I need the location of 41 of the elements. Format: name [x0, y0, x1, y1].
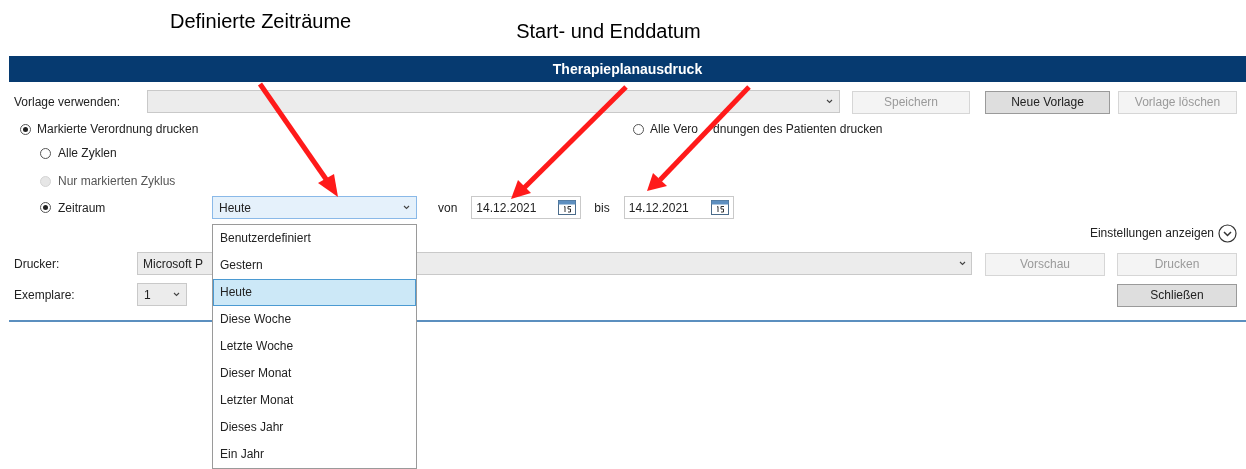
- annotation-label: Definierte Zeiträume: [170, 9, 352, 34]
- date-field[interactable]: 14.12.2021: [623, 196, 734, 219]
- settings-link[interactable]: Einstellungen anzeigen: [1089, 224, 1214, 242]
- calendar-icon[interactable]: [710, 200, 729, 215]
- button[interactable]: Schließen: [1117, 283, 1237, 307]
- calendar-icon[interactable]: [558, 200, 577, 215]
- chevron-circle-icon[interactable]: [1218, 223, 1237, 243]
- chevron-down-icon: [173, 292, 180, 297]
- to-label: bis: [594, 199, 610, 217]
- radio-label: Nur markierten Zyklus: [58, 173, 176, 190]
- annotation-label: Start- und Enddatum: [516, 19, 701, 44]
- dropdown-option[interactable]: Benutzerdefiniert: [213, 225, 416, 252]
- dropdown-option[interactable]: Dieser Monat: [213, 360, 416, 387]
- dropdown-option[interactable]: Dieses Jahr: [213, 414, 416, 441]
- radio-label: Alle Vero: [650, 121, 699, 138]
- radio-label: Alle Zyklen: [58, 145, 117, 162]
- chevron-down-icon: [403, 205, 410, 210]
- radio-button[interactable]: [40, 202, 51, 213]
- radio-label: Zeitraum: [58, 199, 106, 217]
- radio-label: Markierte Verordnung drucken: [37, 121, 199, 138]
- dropdown-option[interactable]: Ein Jahr: [213, 441, 416, 468]
- period-dropdown[interactable]: Heute: [212, 196, 417, 219]
- radio-button[interactable]: [20, 123, 31, 135]
- template-dropdown[interactable]: [147, 90, 840, 113]
- radio-button[interactable]: [633, 123, 644, 135]
- dropdown-option[interactable]: Letzter Monat: [213, 387, 416, 414]
- field-label: Drucker:: [14, 255, 61, 273]
- radio-button[interactable]: [40, 147, 51, 159]
- from-label: von: [438, 199, 458, 217]
- window-title: Therapieplanausdruck: [552, 59, 703, 79]
- button[interactable]: Neue Vorlage: [985, 90, 1110, 114]
- dropdown-option[interactable]: Heute: [213, 279, 416, 306]
- field-label: Exemplare:: [14, 286, 76, 304]
- radio-label: dnungen des Patienten drucken: [713, 121, 883, 138]
- copies-dropdown[interactable]: 1: [137, 283, 187, 306]
- dropdown-option[interactable]: Letzte Woche: [213, 333, 416, 360]
- chevron-down-icon: [826, 99, 833, 104]
- dropdown-option[interactable]: Diese Woche: [213, 306, 416, 333]
- date-field[interactable]: 14.12.2021: [471, 196, 582, 219]
- field-label: Vorlage verwenden:: [14, 93, 122, 111]
- chevron-down-icon: [959, 261, 966, 266]
